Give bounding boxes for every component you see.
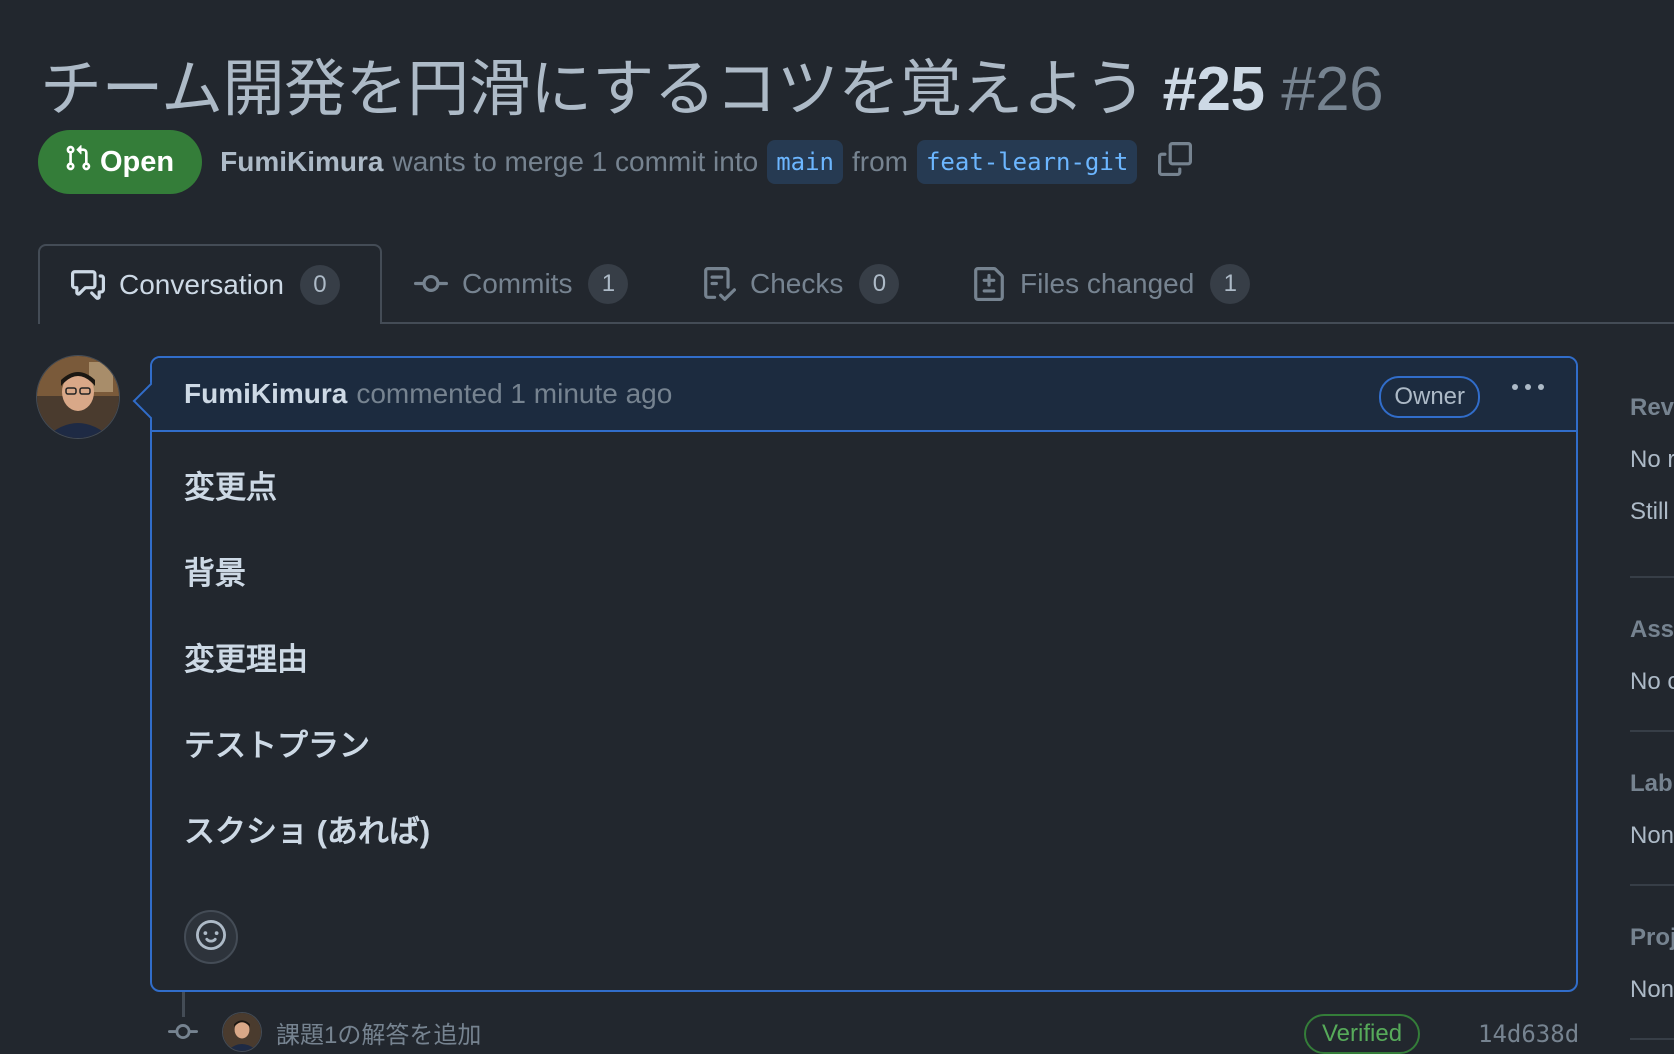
merge-summary: FumiKimura wants to merge 1 commit into … [220, 140, 1193, 184]
page-title: チーム開発を円滑にするコツを覚えよう #25 #26 [40, 38, 1384, 128]
sidebar-divider [1630, 576, 1674, 578]
comment-heading: 背景 [184, 556, 246, 591]
tab-conversation[interactable]: Conversation 0 [38, 244, 382, 324]
state-badge: Open [38, 130, 203, 194]
smiley-icon [196, 919, 226, 955]
tab-checks[interactable]: Checks 0 [702, 244, 900, 324]
tab-label: Checks [750, 268, 844, 299]
commit-message-link[interactable]: 課題1の解答を追加 [276, 1015, 481, 1050]
copy-icon [1158, 141, 1193, 183]
sidebar-divider [1630, 730, 1674, 732]
file-diff-icon [972, 267, 1006, 301]
tab-commits[interactable]: Commits 1 [414, 244, 629, 324]
tab-label: Commits [462, 268, 573, 299]
sidebar-divider [1630, 884, 1674, 886]
kebab-horizontal-icon[interactable] [1512, 384, 1544, 390]
commit-author-avatar[interactable] [222, 1012, 262, 1052]
sidebar-projects-value: Non [1630, 976, 1674, 1003]
sidebar-projects-title[interactable]: Proj [1630, 924, 1674, 952]
avatar[interactable] [36, 355, 120, 439]
comment-heading: テストプラン [184, 728, 370, 763]
git-commit-icon [414, 267, 448, 301]
base-branch[interactable]: main [767, 140, 843, 184]
sidebar: Rev No r Still Ass No c Lab Non Proj Non [1630, 380, 1674, 1050]
sidebar-assignees-title[interactable]: Ass [1630, 616, 1674, 644]
tab-counter: 0 [859, 264, 900, 304]
checklist-icon [702, 267, 736, 301]
comment-heading: 変更理由 [184, 642, 308, 677]
verified-badge[interactable]: Verified [1304, 1014, 1421, 1054]
tab-label: Files changed [1020, 268, 1195, 299]
sidebar-reviewers-title[interactable]: Rev [1630, 394, 1674, 422]
sidebar-reviewers-note: Still [1630, 498, 1669, 525]
comment-heading: スクショ (あれば) [184, 814, 431, 849]
tab-label: Conversation [119, 269, 284, 300]
comment-author-link[interactable]: FumiKimura [184, 378, 347, 410]
comment-heading: 変更点 [184, 470, 277, 505]
comment-header: FumiKimura commented 1 minute ago Owner [152, 358, 1576, 432]
sidebar-divider [1630, 1038, 1674, 1040]
sidebar-labels-title[interactable]: Lab [1630, 770, 1673, 798]
pr-author-link[interactable]: FumiKimura [220, 146, 383, 178]
git-commit-icon [160, 1017, 206, 1047]
comment-meta[interactable]: commented 1 minute ago [356, 378, 672, 410]
add-reaction-button[interactable] [184, 910, 238, 964]
tab-counter: 1 [1210, 264, 1251, 304]
tab-counter: 0 [299, 265, 340, 305]
tab-counter: 1 [588, 264, 629, 304]
copy-branch-button[interactable] [1158, 141, 1193, 183]
pr-number: #26 [1281, 55, 1384, 124]
git-pull-request-icon [64, 144, 92, 180]
pr-title: チーム開発を円滑にするコツを覚えよう [40, 55, 1146, 124]
sidebar-assignees-value: No c [1630, 668, 1674, 695]
commit-row: 課題1の解答を追加 Verified 14d638d [160, 1010, 1580, 1054]
head-branch[interactable]: feat-learn-git [916, 140, 1138, 184]
comment-box: FumiKimura commented 1 minute ago Owner … [132, 356, 1578, 992]
sidebar-labels-value: Non [1630, 822, 1674, 849]
sidebar-reviewers-value: No r [1630, 446, 1674, 473]
pr-title-ref: #25 [1162, 55, 1265, 124]
pr-status-row: Open FumiKimura wants to merge 1 commit … [38, 130, 1193, 194]
merge-text: wants to merge 1 commit into [392, 146, 759, 177]
owner-badge: Owner [1379, 376, 1480, 418]
commit-sha-link[interactable]: 14d638d [1478, 1020, 1579, 1048]
state-label: Open [100, 145, 175, 178]
tab-files-changed[interactable]: Files changed 1 [972, 244, 1251, 324]
comment-discussion-icon [71, 268, 105, 302]
from-text: from [851, 146, 908, 177]
